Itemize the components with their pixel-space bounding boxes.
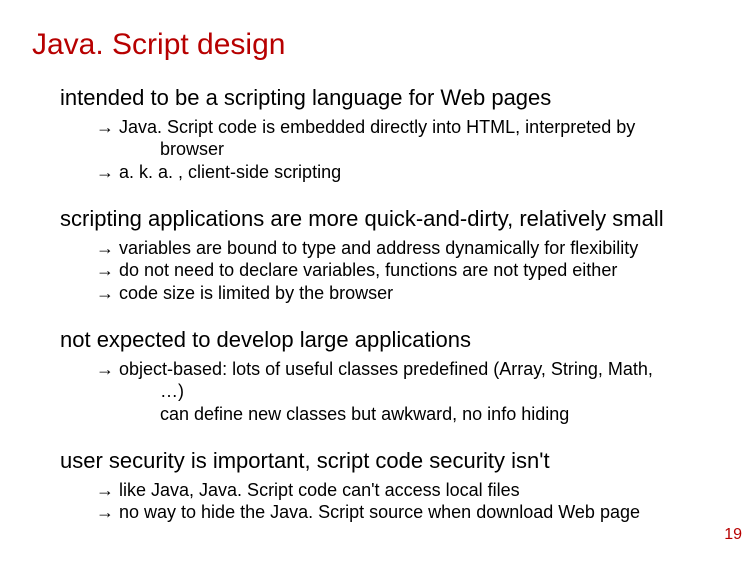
bullet-item: → do not need to declare variables, func… — [96, 259, 724, 282]
bullet-continuation: can define new classes but awkward, no i… — [160, 403, 724, 426]
section-heading: scripting applications are more quick-an… — [60, 205, 724, 233]
bullet-continuation: …) — [160, 380, 724, 403]
section-2: scripting applications are more quick-an… — [32, 205, 724, 304]
bullet-item: → code size is limited by the browser — [96, 282, 724, 305]
bullet-item: → variables are bound to type and addres… — [96, 237, 724, 260]
bullet-group: → Java. Script code is embedded directly… — [96, 116, 724, 184]
bullet-item: → like Java, Java. Script code can't acc… — [96, 479, 724, 502]
page-number: 19 — [724, 526, 742, 544]
bullet-item: → a. k. a. , client-side scripting — [96, 161, 724, 184]
slide: Java. Script design intended to be a scr… — [0, 0, 756, 524]
bullet-item: → object-based: lots of useful classes p… — [96, 358, 724, 381]
section-1: intended to be a scripting language for … — [32, 84, 724, 183]
bullet-group: → variables are bound to type and addres… — [96, 237, 724, 305]
section-heading: not expected to develop large applicatio… — [60, 326, 724, 354]
bullet-group: → like Java, Java. Script code can't acc… — [96, 479, 724, 524]
section-heading: user security is important, script code … — [60, 447, 724, 475]
bullet-group: → object-based: lots of useful classes p… — [96, 358, 724, 426]
bullet-item: → no way to hide the Java. Script source… — [96, 501, 724, 524]
section-4: user security is important, script code … — [32, 447, 724, 524]
slide-title: Java. Script design — [32, 28, 724, 62]
section-3: not expected to develop large applicatio… — [32, 326, 724, 425]
section-heading: intended to be a scripting language for … — [60, 84, 724, 112]
bullet-item: → Java. Script code is embedded directly… — [96, 116, 724, 139]
bullet-continuation: browser — [160, 138, 724, 161]
